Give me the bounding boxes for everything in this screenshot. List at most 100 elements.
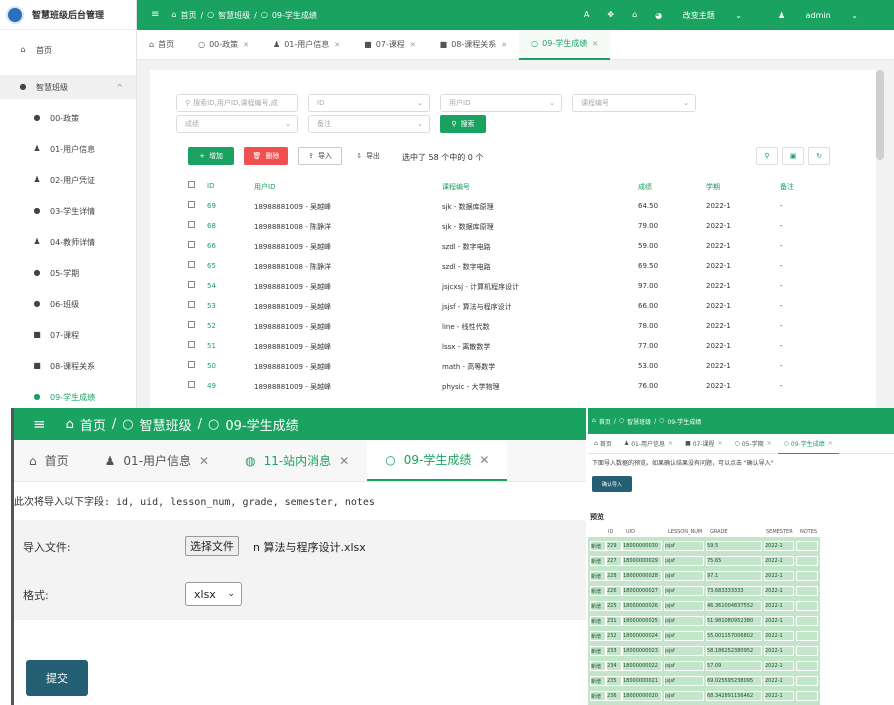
notes-select[interactable]: 备注 ⌄ [308,115,430,133]
tab-semester[interactable]: ○ 05-学期 ✕ [729,434,778,454]
sidebar-item-semester[interactable]: ● 05-学期 [0,263,136,283]
row-checkbox[interactable] [188,281,195,288]
row-checkbox[interactable] [188,201,195,208]
refresh-icon[interactable]: ↻ [808,147,830,165]
column-header[interactable]: ID [207,182,214,190]
chevron-down-icon: ⌄ [227,589,235,599]
tab-home[interactable]: ⌂ 首页 [588,434,618,454]
close-icon[interactable]: ✕ [718,440,723,447]
column-header[interactable]: 用户ID [254,182,275,192]
row-checkbox[interactable] [188,321,195,328]
breadcrumb-home[interactable]: 首页 [180,10,196,21]
sidebar-group-smart-class[interactable]: ● 智慧班级 ^ [0,75,136,99]
row-id-link[interactable]: 66 [207,242,216,250]
sidebar-item-user-credential[interactable]: ♟ 02-用户凭证 [0,170,136,190]
row-id-link[interactable]: 49 [207,382,216,390]
tab-messages[interactable]: ◍ 11-站内消息 ✕ [227,440,367,481]
row-checkbox[interactable] [188,341,195,348]
close-icon[interactable]: ✕ [339,454,349,468]
row-id-link[interactable]: 65 [207,262,216,270]
row-id-link[interactable]: 52 [207,322,216,330]
row-checkbox[interactable] [188,361,195,368]
tab-home[interactable]: ⌂ 首页 [11,440,87,481]
uid-select[interactable]: 用户ID ⌄ [440,94,562,112]
select-all-checkbox[interactable] [188,181,195,188]
tab-course[interactable]: ■ 07-课程 ✕ [352,30,428,60]
id-select[interactable]: ID ⌄ [308,94,430,112]
row-id-link[interactable]: 53 [207,302,216,310]
home-icon[interactable]: ⌂ [632,11,637,19]
column-header[interactable]: 备注 [780,182,794,192]
close-icon[interactable]: ✕ [828,440,833,447]
row-checkbox[interactable] [188,261,195,268]
font-size-icon[interactable]: A [584,11,589,19]
row-checkbox[interactable] [188,221,195,228]
sidebar-item-teacher-detail[interactable]: ♟ 04-教师详情 [0,232,136,252]
sidebar-item-student-grade[interactable]: ● 09-学生成绩 [0,387,136,407]
tab-student-grade[interactable]: ○ 09-学生成绩 ✕ [367,440,508,481]
tab-user-info[interactable]: ♟ 01-用户信息 ✕ [87,440,227,481]
user-menu[interactable]: ♟ admin ⌄ [778,11,876,20]
choose-file-button[interactable]: 选择文件 [185,536,239,556]
tab-user-info[interactable]: ♟ 01-用户信息 ✕ [618,434,679,454]
add-button[interactable]: + 增加 [188,147,234,165]
row-checkbox[interactable] [188,381,195,388]
tab-student-grade[interactable]: ○ 09-学生成绩 ✕ [777,434,839,454]
sidebar-item-user-info[interactable]: ♟ 01-用户信息 [0,139,136,159]
row-id-link[interactable]: 68 [207,222,216,230]
search-input[interactable]: ⚲ 搜索ID,用户ID,课程编号,成 [176,94,298,112]
lesson-select[interactable]: 课程编号 ⌄ [572,94,696,112]
close-icon[interactable]: ✕ [410,41,416,49]
close-icon[interactable]: ✕ [334,41,340,49]
delete-button[interactable]: 🗑 删除 [244,147,288,165]
fullscreen-icon[interactable]: ✥ [607,11,614,19]
tab-policy[interactable]: ○ 00-政策 ✕ [186,30,261,60]
columns-icon[interactable]: ▣ [782,147,804,165]
row-id-link[interactable]: 51 [207,342,216,350]
sidebar-item-course-relation[interactable]: ■ 08-课程关系 [0,356,136,376]
confirm-import-button[interactable]: 确认导入 [592,476,632,492]
row-id-link[interactable]: 50 [207,362,216,370]
column-header[interactable]: 课程编号 [442,182,470,192]
close-icon[interactable]: ✕ [243,41,249,49]
sidebar-item-student-detail[interactable]: ● 03-学生详情 [0,201,136,221]
close-icon[interactable]: ✕ [501,41,507,49]
sidebar-item-home[interactable]: ⌂ 首页 [0,40,136,60]
import-button[interactable]: ⇪ 导入 [298,147,342,165]
breadcrumb-group[interactable]: 智慧班级 [140,415,192,434]
scrollbar[interactable] [876,70,884,160]
tab-student-grade[interactable]: ○ 09-学生成绩 ✕ [519,29,611,60]
row-id-link[interactable]: 54 [207,282,216,290]
menu-icon[interactable]: ≡ [151,10,159,20]
tab-course[interactable]: ■ 07-课程 ✕ [679,434,729,454]
search-toggle-icon[interactable]: ⚲ [756,147,778,165]
format-select[interactable]: xlsx ⌄ [185,582,242,606]
export-button[interactable]: ⇩ 导出 [348,147,388,165]
close-icon[interactable]: ✕ [479,453,489,467]
column-header[interactable]: 学期 [706,182,720,192]
row-checkbox[interactable] [188,301,195,308]
breadcrumb-home[interactable]: 首页 [599,417,611,426]
breadcrumb-group[interactable]: 智慧班级 [627,417,651,426]
submit-button[interactable]: 提交 [26,660,88,696]
breadcrumb-home[interactable]: 首页 [80,415,106,434]
sidebar-item-class[interactable]: ● 06-班级 [0,294,136,314]
close-icon[interactable]: ✕ [592,40,598,48]
breadcrumb-group[interactable]: 智慧班级 [218,10,250,21]
close-icon[interactable]: ✕ [668,440,673,447]
row-id-link[interactable]: 69 [207,202,216,210]
tab-home[interactable]: ⌂ 首页 [137,30,186,60]
theme-switcher[interactable]: ◕ 改变主题 ⌄ [655,10,760,21]
search-button[interactable]: ⚲ 搜索 [440,115,486,133]
tab-user-info[interactable]: ♟ 01-用户信息 ✕ [261,30,352,60]
row-checkbox[interactable] [188,241,195,248]
circle-icon: ● [33,206,41,215]
close-icon[interactable]: ✕ [767,440,772,447]
grade-select[interactable]: 成绩 ⌄ [176,115,298,133]
tab-course-relation[interactable]: ■ 08-课程关系 ✕ [428,30,520,60]
close-icon[interactable]: ✕ [199,454,209,468]
sidebar-item-course[interactable]: ■ 07-课程 [0,325,136,345]
sidebar-item-policy[interactable]: ● 00-政策 [0,108,136,128]
column-header[interactable]: 成绩 [638,182,652,192]
menu-icon[interactable]: ≡ [33,415,46,433]
